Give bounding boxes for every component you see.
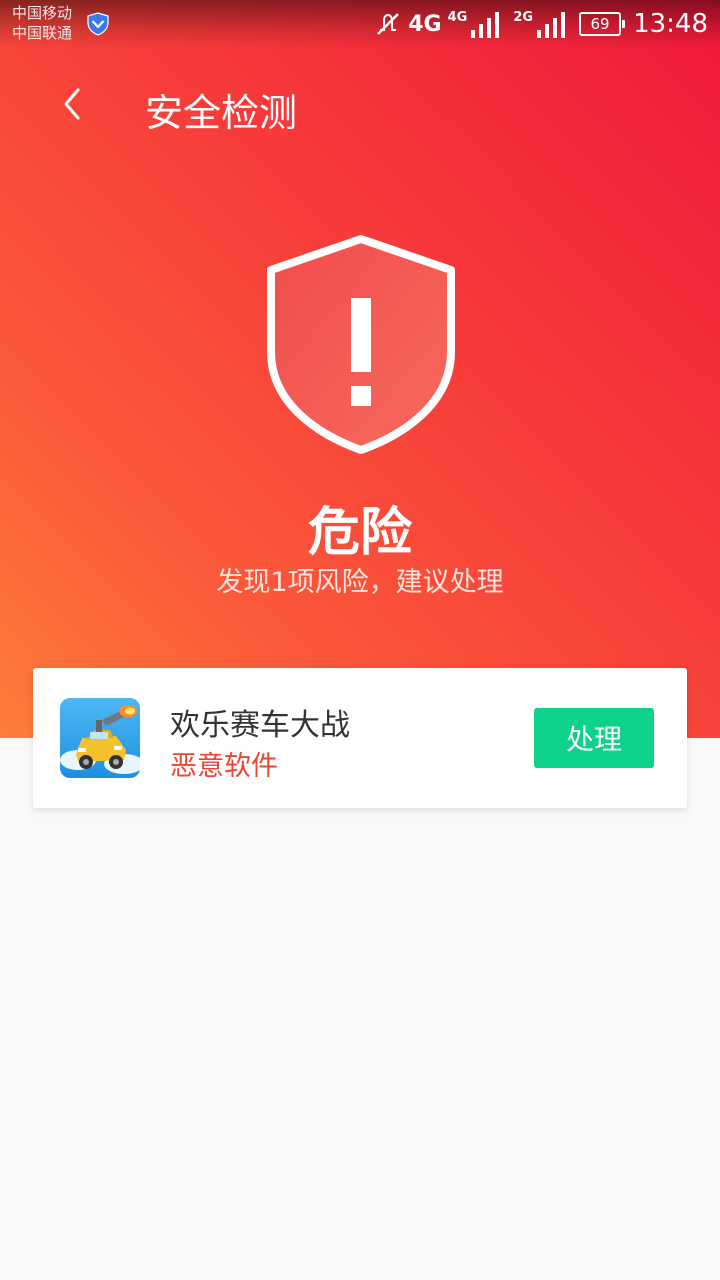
risk-type-label: 恶意软件 xyxy=(170,751,278,782)
risk-status-title: 危险 xyxy=(307,503,412,563)
risk-item-card[interactable]: 欢乐赛车大战 恶意软件 处理 xyxy=(33,668,687,808)
signal-icon: 4G xyxy=(448,10,500,38)
carrier-info: 中国移动 中国联通 xyxy=(12,3,72,43)
security-shield-icon xyxy=(87,12,109,36)
battery-icon: 69 xyxy=(579,12,626,36)
net-2-label: 4G xyxy=(447,10,468,25)
app-name: 欢乐赛车大战 xyxy=(170,708,350,743)
chevron-left-icon xyxy=(64,88,80,120)
status-bar: 中国移动 中国联通 4G 4G 2G 69 13:48 xyxy=(0,0,720,48)
clock: 13:48 xyxy=(633,9,708,39)
danger-shield-icon xyxy=(267,235,455,454)
app-icon xyxy=(60,698,140,778)
net-1-label: 4G xyxy=(408,11,442,37)
net-3-label: 2G xyxy=(513,10,534,25)
mute-icon xyxy=(374,10,402,38)
signal-icon: 2G xyxy=(513,10,566,38)
carrier-1: 中国移动 xyxy=(12,4,73,22)
carrier-2: 中国联通 xyxy=(12,24,73,42)
risk-summary: 发现1项风险，建议处理 xyxy=(216,567,504,598)
4g-data-icon: 4G xyxy=(408,12,441,37)
status-icons: 4G 4G 2G 69 13:48 xyxy=(368,6,708,42)
page-title: 安全检测 xyxy=(145,91,298,135)
handle-button[interactable]: 处理 xyxy=(534,708,654,768)
back-button[interactable] xyxy=(52,80,96,128)
